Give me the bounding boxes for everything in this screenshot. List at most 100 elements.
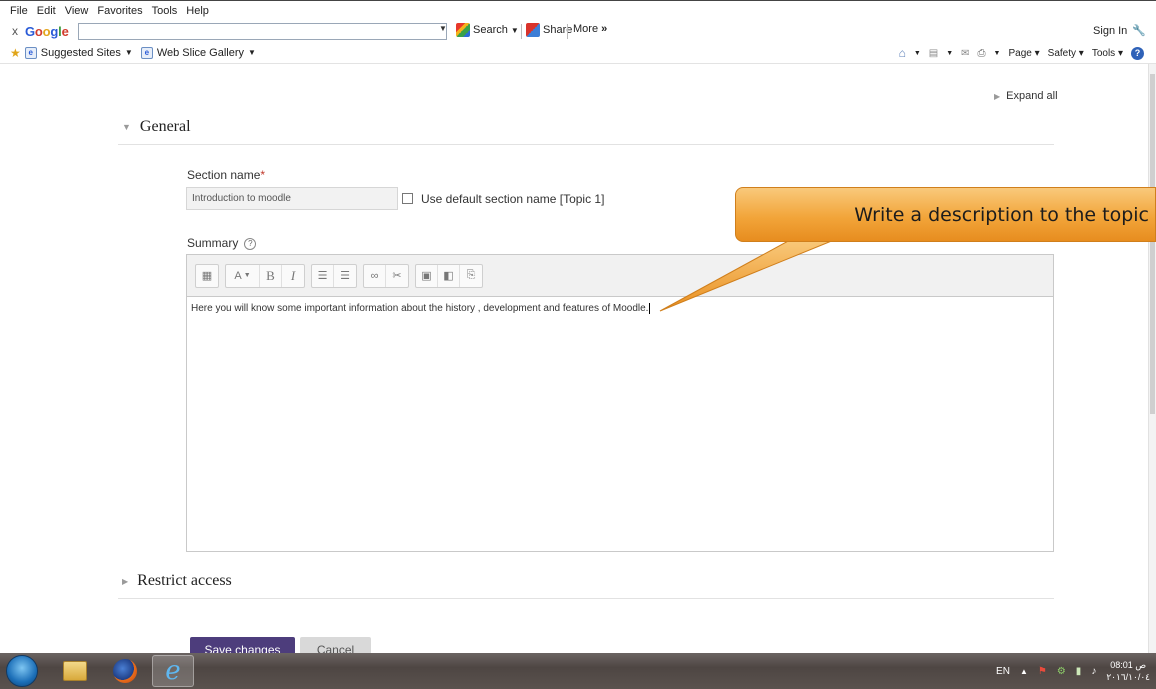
general-section-header[interactable]: ▼ General — [122, 118, 191, 136]
firefox-icon — [113, 659, 137, 683]
summary-label: Summary? — [187, 236, 257, 250]
network-share-icon[interactable]: ⚙ — [1057, 666, 1066, 677]
clock-date: ٢٠١٦/١٠/٠٤ — [1106, 672, 1150, 682]
share-icon — [526, 23, 540, 37]
section-name-input[interactable]: Introduction to moodle — [186, 187, 398, 210]
summary-editor: ▦ A ▼ B I ☰ ☰ ∞ ✂ ▣ ◧ ⎘ Here you will kno… — [186, 254, 1054, 552]
toolbar-group: A ▼ B I — [225, 263, 305, 288]
menu-bar: File Edit View Favorites Tools Help — [0, 0, 1156, 20]
editor-toolbar: ▦ A ▼ B I ☰ ☰ ∞ ✂ ▣ ◧ ⎘ — [187, 255, 1053, 297]
clock-time: 08:01 ص — [1110, 660, 1147, 670]
folder-icon — [63, 661, 87, 681]
google-logo: Google — [25, 23, 69, 39]
favorites-star-icon[interactable]: ★ — [10, 46, 21, 60]
triangle-right-icon: ▶ — [122, 576, 129, 586]
google-search-button[interactable]: Search ▼ — [456, 23, 519, 37]
divider — [118, 598, 1054, 599]
signal-bars-icon[interactable]: ▮ — [1076, 666, 1082, 677]
manage-files-button[interactable]: ⎘ — [460, 265, 482, 287]
unordered-list-button[interactable]: ☰ — [312, 264, 334, 287]
toolbar-toggle-icon[interactable]: ▦ — [196, 265, 218, 287]
tools-menu[interactable]: Tools ▾ — [1092, 48, 1123, 59]
clock[interactable]: 08:01 ص ٢٠١٦/١٠/٠٤ — [1106, 659, 1150, 683]
taskbar-internet-explorer[interactable]: e — [152, 655, 194, 687]
chevron-down-icon[interactable]: ▼ — [439, 24, 447, 33]
summary-text: Here you will know some important inform… — [191, 303, 649, 315]
chevron-down-icon: ▼ — [248, 48, 256, 57]
help-icon[interactable]: ? — [244, 237, 257, 250]
divider — [118, 144, 1054, 145]
double-chevron-icon: » — [601, 23, 608, 35]
web-slice-gallery-link[interactable]: e Web Slice Gallery ▼ — [140, 46, 256, 59]
taskbar-explorer[interactable] — [54, 655, 96, 687]
menu-file[interactable]: File — [10, 5, 28, 17]
summary-text-area[interactable]: Here you will know some important inform… — [187, 297, 1053, 320]
chevron-down-icon[interactable]: ▼ — [994, 50, 1001, 57]
print-icon[interactable]: ⎙ — [978, 48, 986, 59]
triangle-right-icon: ▶ — [994, 91, 1001, 101]
system-tray: EN ▲ ⚑ ⚙ ▮ ♪ 08:01 ص ٢٠١٦/١٠/٠٤ — [996, 659, 1150, 683]
google-more-button[interactable]: More » — [573, 23, 607, 35]
windows-taskbar: e EN ▲ ⚑ ⚙ ▮ ♪ 08:01 ص ٢٠١٦/١٠/٠٤ — [0, 653, 1156, 689]
google-share-button[interactable]: Share — [526, 23, 572, 37]
ie-page-icon: e — [140, 46, 153, 59]
restrict-access-section-header[interactable]: ▶ Restrict access — [122, 572, 232, 590]
divider — [567, 24, 568, 39]
insert-media-button[interactable]: ◧ — [438, 264, 460, 287]
unlink-button[interactable]: ✂ — [386, 265, 408, 287]
ordered-list-button[interactable]: ☰ — [334, 265, 356, 287]
mail-icon[interactable]: ✉ — [961, 48, 969, 59]
start-button[interactable] — [6, 655, 38, 687]
toolbar-group: ∞ ✂ — [363, 263, 409, 288]
section-name-label: Section name* — [187, 168, 266, 182]
ie-page-icon: e — [24, 46, 37, 59]
font-size-icon: A — [234, 269, 242, 282]
page-content: ▶ Expand all ▼ General Section name* Int… — [0, 64, 1148, 663]
required-mark: * — [260, 168, 266, 182]
use-default-name-label: Use default section name [Topic 1] — [421, 192, 605, 206]
menu-view[interactable]: View — [65, 5, 89, 17]
callout-box: Write a description to the topic — [735, 187, 1156, 242]
insert-image-button[interactable]: ▣ — [416, 264, 438, 287]
chevron-down-icon: ▼ — [510, 25, 519, 35]
safety-menu[interactable]: Safety ▾ — [1048, 48, 1084, 59]
scrollbar-thumb[interactable] — [1150, 74, 1155, 414]
vertical-scrollbar[interactable] — [1148, 64, 1156, 653]
chevron-down-icon[interactable]: ▼ — [914, 50, 921, 57]
google-search-input[interactable] — [78, 23, 447, 40]
command-bar: ⌂ ▼ ▤ ▼ ✉ ⎙ ▼ Page ▾ Safety ▾ Tools ▾ ? — [899, 46, 1144, 60]
bold-button[interactable]: B — [260, 264, 282, 287]
volume-icon[interactable]: ♪ — [1091, 666, 1096, 677]
internet-explorer-icon: e — [165, 656, 181, 686]
taskbar-firefox[interactable] — [104, 655, 146, 687]
help-icon[interactable]: ? — [1131, 46, 1144, 60]
toolbar-group: ☰ ☰ — [311, 263, 357, 288]
action-center-flag-icon[interactable]: ⚑ — [1038, 666, 1047, 677]
language-indicator[interactable]: EN — [996, 666, 1010, 677]
chevron-down-icon[interactable]: ▼ — [946, 50, 953, 57]
toolbar-group: ▦ — [195, 263, 219, 288]
show-hidden-icons-icon[interactable]: ▲ — [1020, 667, 1028, 676]
triangle-down-icon: ▼ — [122, 122, 131, 132]
menu-edit[interactable]: Edit — [37, 5, 56, 17]
menu-tools[interactable]: Tools — [152, 5, 178, 17]
text-caret — [649, 303, 651, 314]
google-toolbar: x Google ▼ Search ▼ Share More » Sign In… — [0, 20, 1156, 42]
page-menu[interactable]: Page ▾ — [1008, 48, 1039, 59]
suggested-sites-link[interactable]: e Suggested Sites ▼ — [24, 46, 133, 59]
expand-all-link[interactable]: ▶ Expand all — [994, 90, 1058, 102]
menu-favorites[interactable]: Favorites — [97, 5, 142, 17]
feeds-icon[interactable]: ▤ — [929, 48, 938, 59]
menu-help[interactable]: Help — [186, 5, 209, 17]
link-button[interactable]: ∞ — [364, 264, 386, 287]
sign-in-button[interactable]: Sign In 🔧 — [1093, 24, 1146, 38]
google-toolbar-close-icon[interactable]: x — [12, 24, 18, 38]
use-default-name-checkbox[interactable] — [402, 193, 413, 204]
font-size-button[interactable]: A ▼ — [226, 264, 260, 287]
italic-button[interactable]: I — [282, 265, 304, 287]
chevron-down-icon: ▼ — [124, 48, 133, 57]
google-search-icon — [456, 23, 470, 37]
divider — [521, 24, 522, 39]
home-icon[interactable]: ⌂ — [899, 46, 906, 60]
wrench-icon[interactable]: 🔧 — [1132, 24, 1146, 37]
